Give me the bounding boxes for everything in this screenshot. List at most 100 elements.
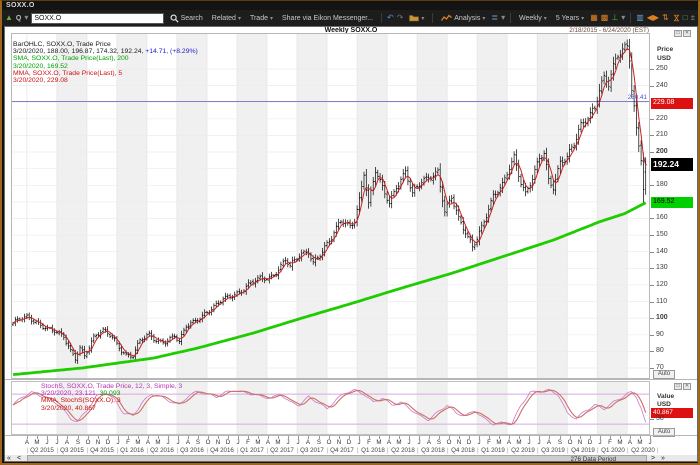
- chart-style-icon[interactable]: ▦: [590, 13, 598, 23]
- chart-overlay-icon[interactable]: ▩: [601, 13, 609, 23]
- month-axis-label: A: [23, 439, 31, 446]
- price-axis-tick-label: 220: [656, 115, 668, 123]
- chevron-down-icon: ▾: [421, 15, 424, 22]
- month-axis-label: J: [43, 439, 51, 446]
- chevron-down-icon: ▾: [544, 15, 547, 22]
- scroll-right-button[interactable]: >: [651, 455, 655, 462]
- scroll-far-left-button[interactable]: «: [7, 455, 11, 462]
- price-axis-tick: [650, 335, 654, 336]
- trade-menu-label: Trade: [250, 15, 268, 22]
- month-axis-label: J: [294, 439, 302, 446]
- analysis-menu[interactable]: Analysis▾: [438, 13, 488, 23]
- related-menu[interactable]: Related▾: [209, 14, 244, 23]
- month-axis-label: N: [576, 439, 584, 446]
- more-tools-icon[interactable]: ±: [691, 13, 695, 23]
- month-axis-label: A: [184, 439, 192, 446]
- price-axis-unit: Price: [657, 46, 673, 54]
- axis-icon[interactable]: ⊥: [611, 13, 618, 23]
- scrollbar-thumb[interactable]: 276 Data Period: [27, 455, 647, 462]
- mma-price-box: 229.08: [651, 98, 693, 109]
- quote-q-label: Q: [16, 15, 21, 22]
- month-axis-label: M: [515, 439, 523, 446]
- month-axis-label: A: [505, 439, 513, 446]
- layers-icon[interactable]: ≣: [491, 13, 498, 23]
- layers-caret-icon[interactable]: ▾: [501, 13, 505, 23]
- quarter-axis-separator: |: [657, 447, 659, 454]
- symbol-up-icon[interactable]: ▲: [5, 13, 13, 23]
- month-axis-label: M: [495, 439, 503, 446]
- toolbar-separator: [432, 13, 433, 23]
- price-axis-tick: [650, 185, 654, 186]
- range-menu[interactable]: 5 Years▾: [553, 14, 587, 23]
- price-axis-tick-label: 120: [656, 281, 668, 289]
- month-axis-label: A: [63, 439, 71, 446]
- scroll-left-button[interactable]: <: [17, 455, 21, 462]
- month-axis-label: N: [455, 439, 463, 446]
- month-axis-label: J: [234, 439, 242, 446]
- stoch-plot-canvas[interactable]: [11, 381, 650, 435]
- month-axis-label: S: [556, 439, 564, 446]
- symbol-dropdown-caret-icon[interactable]: ▾: [24, 13, 28, 23]
- interval-menu[interactable]: Weekly▾: [516, 14, 550, 23]
- month-axis-label: A: [264, 439, 272, 446]
- price-axis-tick-label: 110: [656, 298, 667, 306]
- price-axis-tick: [650, 252, 654, 253]
- window-titlebar[interactable]: SOXX.O: [2, 1, 698, 10]
- expand-horizontal-icon[interactable]: ◀▶: [647, 13, 659, 23]
- symbol-search-input[interactable]: [31, 13, 163, 24]
- chevron-down-icon: ▾: [581, 15, 584, 22]
- restore-icon[interactable]: ▭: [674, 383, 682, 390]
- month-axis-label: J: [355, 439, 363, 446]
- price-panel-window-controls: ▭ ✕: [674, 30, 691, 37]
- price-axis-tick: [650, 318, 654, 319]
- selection-box-icon[interactable]: □: [683, 13, 688, 23]
- month-axis-label: J: [284, 439, 292, 446]
- close-icon[interactable]: ✕: [683, 383, 691, 390]
- price-axis-tick: [650, 285, 654, 286]
- panel-divider[interactable]: [5, 379, 698, 380]
- month-axis-label: J: [535, 439, 543, 446]
- hourglass-icon[interactable]: ⋈: [671, 14, 681, 22]
- month-axis-label: D: [224, 439, 232, 446]
- restore-icon[interactable]: ▭: [674, 30, 682, 37]
- trade-menu[interactable]: Trade▾: [247, 14, 276, 23]
- month-axis-label: F: [244, 439, 252, 446]
- share-eikon-messenger-button-label: Share via Eikon Messenger...: [282, 15, 373, 22]
- month-axis-label: F: [485, 439, 493, 446]
- month-axis-label: J: [646, 439, 654, 446]
- hline-price-label[interactable]: 230.41: [565, 94, 647, 101]
- price-axis-tick-label: 90: [656, 331, 664, 339]
- search-button[interactable]: Search: [167, 13, 206, 24]
- month-axis-label: M: [33, 439, 41, 446]
- analysis-icon: [441, 14, 452, 22]
- axis-caret-icon[interactable]: ▾: [621, 13, 625, 23]
- undo-icon[interactable]: ↶: [387, 13, 394, 23]
- swap-vertical-icon[interactable]: ⇅: [662, 13, 669, 23]
- redo-icon[interactable]: ↷: [397, 13, 404, 23]
- price-axis-tick-label: 130: [656, 264, 668, 272]
- price-axis-tick-label: 140: [656, 248, 668, 256]
- month-axis-label: M: [154, 439, 162, 446]
- price-plot-canvas[interactable]: [11, 33, 650, 379]
- month-axis-label: S: [315, 439, 323, 446]
- sma-price-box: 169.52: [651, 197, 693, 208]
- open-folder-menu[interactable]: ▾: [406, 13, 427, 23]
- month-axis-label: J: [174, 439, 182, 446]
- price-axis-tick-label: 80: [656, 347, 664, 355]
- share-eikon-messenger-button[interactable]: Share via Eikon Messenger...: [279, 14, 376, 23]
- price-axis-tick-label: 150: [656, 231, 668, 239]
- month-axis-label: J: [114, 439, 122, 446]
- close-icon[interactable]: ✕: [683, 30, 691, 37]
- value-axis-tick-label: 30: [656, 415, 664, 423]
- month-axis-label: F: [365, 439, 373, 446]
- scroll-far-right-button[interactable]: »: [661, 455, 665, 462]
- month-axis-label: J: [415, 439, 423, 446]
- candle-chart-icon[interactable]: ▥: [636, 13, 644, 23]
- data-period-label: 276 Data Period: [570, 456, 616, 462]
- auto-scale-button-price[interactable]: Auto: [653, 370, 675, 379]
- price-axis-tick: [650, 135, 654, 136]
- price-axis-tick: [650, 368, 654, 369]
- month-axis-label: M: [395, 439, 403, 446]
- price-axis-tick-label: 160: [656, 214, 668, 222]
- timeline-scrollbar[interactable]: « < 276 Data Period > »: [5, 455, 698, 462]
